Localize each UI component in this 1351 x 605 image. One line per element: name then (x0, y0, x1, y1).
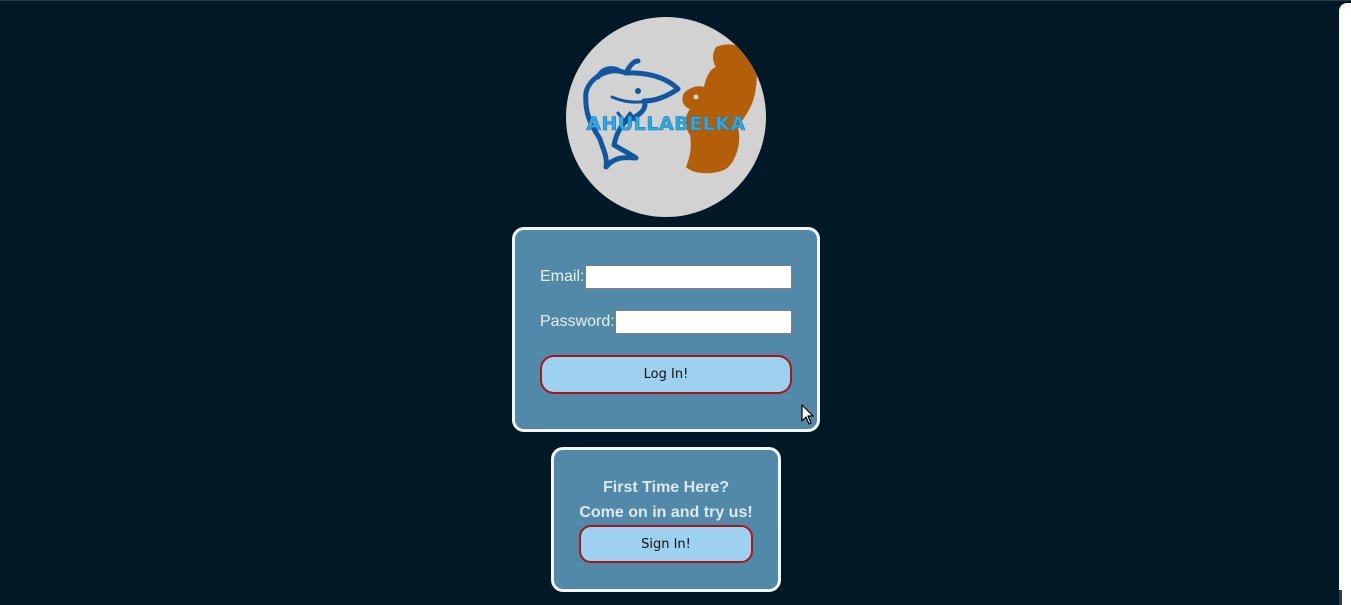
email-label: Email: (540, 268, 585, 285)
login-button[interactable]: Log In! (540, 355, 792, 394)
app-logo: AHULLABELKA (566, 17, 766, 217)
squirrel-icon (682, 44, 757, 174)
logo-wordmark: AHULLABELKA (586, 113, 746, 136)
shark-eye-icon (635, 88, 641, 94)
mouse-pointer-icon (801, 404, 815, 431)
password-field[interactable] (615, 310, 792, 334)
scrollbar-corner (1339, 590, 1342, 605)
signup-card: First Time Here? Come on in and try us! … (551, 447, 781, 592)
email-field[interactable] (585, 265, 792, 289)
page: AHULLABELKA Email: Password: Log In! Fir… (0, 0, 1351, 605)
login-form: Email: Password: Log In! (512, 227, 820, 432)
signup-heading: First Time Here? (603, 479, 729, 496)
signup-button[interactable]: Sign In! (579, 525, 753, 563)
signup-subheading: Come on in and try us! (579, 504, 753, 521)
password-label: Password: (540, 313, 615, 330)
scrollbar[interactable] (1339, 3, 1351, 605)
